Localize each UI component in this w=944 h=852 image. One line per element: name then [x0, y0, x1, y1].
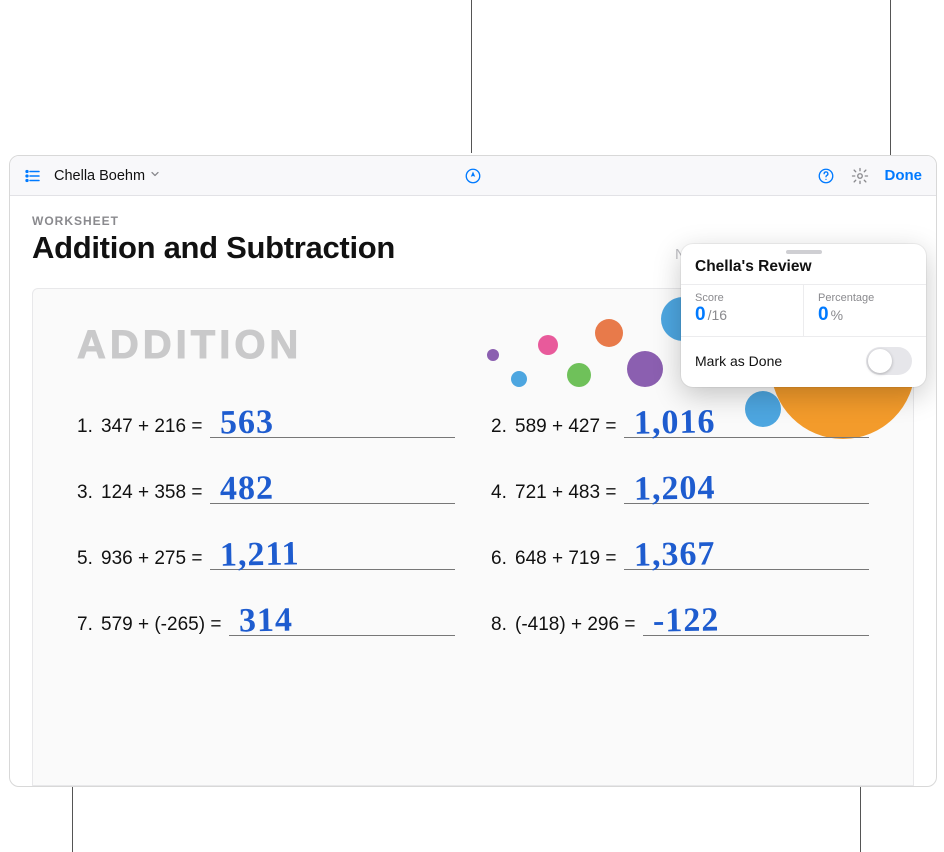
list-icon[interactable]	[20, 163, 46, 189]
student-name: Chella Boehm	[54, 168, 145, 184]
percentage-unit: %	[831, 307, 843, 323]
answer-field[interactable]: 314	[229, 635, 455, 636]
worksheet-kicker: WORKSHEET	[32, 214, 914, 228]
problem-number: 1.	[77, 416, 101, 438]
answer-field[interactable]: 563	[210, 437, 455, 438]
problem-expression: 589 + 427 =	[515, 416, 616, 438]
problem-row[interactable]: 6.648 + 719 = 1,367	[491, 548, 869, 570]
app-window: Chella Boehm	[9, 155, 937, 787]
problem-row[interactable]: 3.124 + 358 = 482	[77, 482, 455, 504]
answer-field[interactable]: 1,211	[210, 569, 455, 570]
review-panel: Chella's Review Score 0 /16 Percentage 0	[681, 244, 926, 387]
handwritten-answer: 482	[220, 472, 275, 507]
problem-number: 7.	[77, 614, 101, 636]
answer-field[interactable]: 1,016	[624, 437, 869, 438]
problems-grid: 1.347 + 216 = 563 2.589 + 427 = 1,016 3.124 …	[77, 416, 869, 636]
help-icon[interactable]	[813, 163, 839, 189]
gear-icon[interactable]	[847, 163, 873, 189]
chevron-down-icon	[149, 168, 161, 184]
problem-expression: 936 + 275 =	[101, 548, 202, 570]
problem-number: 2.	[491, 416, 515, 438]
problem-row[interactable]: 1.347 + 216 = 563	[77, 416, 455, 438]
student-selector[interactable]: Chella Boehm	[54, 168, 161, 184]
handwritten-answer: 314	[239, 604, 294, 639]
done-button[interactable]: Done	[881, 167, 927, 184]
callout-line-right	[890, 0, 891, 178]
score-label: Score	[695, 292, 789, 304]
mark-done-toggle[interactable]	[866, 347, 912, 375]
handwritten-answer: 563	[220, 406, 275, 441]
problem-row[interactable]: 8.(-418) + 296 = -122	[491, 614, 869, 636]
bubble	[511, 371, 527, 387]
toolbar: Chella Boehm	[10, 156, 936, 196]
problem-expression: 124 + 358 =	[101, 482, 202, 504]
problem-number: 6.	[491, 548, 515, 570]
review-title: Chella's Review	[681, 258, 926, 284]
problem-number: 3.	[77, 482, 101, 504]
answer-field[interactable]: -122	[643, 635, 869, 636]
callout-line-top	[471, 0, 472, 153]
markup-pen-icon[interactable]	[460, 163, 486, 189]
handwritten-answer: -122	[653, 603, 720, 638]
handwritten-answer: 1,204	[634, 471, 716, 506]
problem-expression: (-418) + 296 =	[515, 614, 635, 636]
answer-field[interactable]: 1,204	[624, 503, 869, 504]
percentage-cell[interactable]: Percentage 0 %	[804, 285, 926, 336]
handwritten-answer: 1,211	[220, 537, 300, 572]
problem-row[interactable]: 4.721 + 483 = 1,204	[491, 482, 869, 504]
problem-number: 8.	[491, 614, 515, 636]
handwritten-answer: 1,016	[634, 405, 716, 440]
problem-expression: 579 + (-265) =	[101, 614, 221, 636]
mark-done-label: Mark as Done	[695, 353, 782, 369]
problem-number: 4.	[491, 482, 515, 504]
answer-field[interactable]: 1,367	[624, 569, 869, 570]
problem-row[interactable]: 5.936 + 275 = 1,211	[77, 548, 455, 570]
percentage-value: 0	[818, 304, 829, 326]
drag-handle[interactable]	[786, 250, 822, 254]
answer-field[interactable]: 482	[210, 503, 455, 504]
score-cell[interactable]: Score 0 /16	[681, 285, 804, 336]
problem-row[interactable]: 2.589 + 427 = 1,016	[491, 416, 869, 438]
score-value: 0	[695, 304, 706, 326]
handwritten-answer: 1,367	[634, 537, 716, 572]
score-total: /16	[708, 307, 727, 323]
problem-row[interactable]: 7.579 + (-265) = 314	[77, 614, 455, 636]
problem-expression: 347 + 216 =	[101, 416, 202, 438]
problem-expression: 648 + 719 =	[515, 548, 616, 570]
content-area: N WORKSHEET Addition and Subtraction ADD…	[10, 196, 936, 786]
percentage-label: Percentage	[818, 292, 912, 304]
problem-number: 5.	[77, 548, 101, 570]
problem-expression: 721 + 483 =	[515, 482, 616, 504]
